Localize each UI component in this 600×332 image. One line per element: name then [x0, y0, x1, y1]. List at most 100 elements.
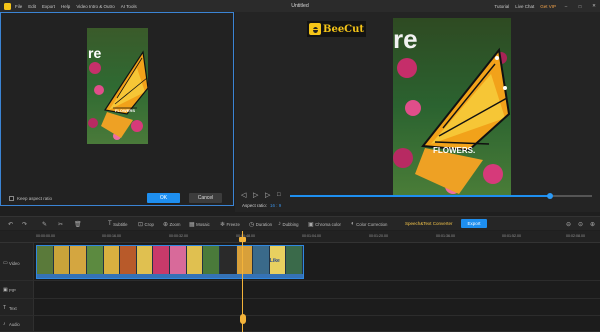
minimize-icon[interactable]: – — [562, 4, 570, 9]
timeline-ruler[interactable]: 00:00:00.00 00:00:16.00 00:00:32.00 00:0… — [0, 231, 600, 243]
menu-help[interactable]: Help — [61, 4, 70, 9]
speech-text-converter[interactable]: Speech&Text Converter — [405, 221, 453, 226]
undo-icon[interactable]: ↶ — [8, 221, 13, 228]
clip-thumbnail — [203, 246, 220, 276]
text-track-header: T Text — [0, 299, 34, 315]
clip-thumbnail — [170, 246, 187, 276]
aspect-ratio-value[interactable]: 16 : 9 — [270, 203, 281, 208]
menu-ai-tools[interactable]: AI Tools — [121, 4, 137, 9]
progress-fill — [290, 195, 550, 197]
menu-video-intro-outro[interactable]: Video Intro & Outro — [76, 4, 114, 9]
stop-icon[interactable]: □ — [277, 192, 281, 198]
palette-icon: ◐ — [351, 221, 355, 227]
clip-thumbnail — [37, 246, 54, 276]
clip-thumbnail — [103, 246, 121, 276]
bee-icon — [309, 23, 321, 35]
clip-thumbnail — [53, 246, 71, 276]
export-button[interactable]: Export — [461, 219, 487, 228]
preview-panel: BeeCut re FLOWERS. — [235, 12, 600, 212]
crop-tool[interactable]: ⊡ Crop — [138, 221, 154, 228]
playhead-knob[interactable] — [239, 314, 246, 324]
watermark-text: BeeCut — [323, 23, 365, 35]
zoom-slider-icon[interactable]: ⊝ — [578, 221, 583, 228]
menu-export[interactable]: Export — [42, 4, 55, 9]
crop-preview-image[interactable]: re FLOWERS — [87, 28, 148, 144]
get-vip-link[interactable]: Get VIP — [540, 4, 556, 9]
clip-thumbnail — [253, 246, 270, 276]
clip-thumbnail — [86, 246, 104, 276]
cancel-button[interactable]: Cancel — [189, 193, 222, 203]
preview-caption: FLOWERS. — [433, 146, 476, 155]
menu-bar: File Edit Export Help Video Intro & Outr… — [15, 4, 137, 9]
menu-file[interactable]: File — [15, 4, 22, 9]
dubbing-tool[interactable]: ♪ Dubbing — [278, 221, 299, 227]
mosaic-icon: ▦ — [189, 222, 195, 228]
video-track-icon: ▭ — [3, 260, 8, 266]
tick-label: 00:01:36.00 — [436, 234, 455, 238]
aspect-ratio-row: Aspect ratio: 16 : 9 — [242, 203, 281, 208]
color-correction-tool[interactable]: ◐ Color Correction — [351, 221, 387, 227]
live-chat-link[interactable]: Live Chat — [515, 4, 534, 9]
clip-thumbnail — [136, 246, 154, 276]
ok-button[interactable]: OK — [147, 193, 180, 203]
text-track-icon: T — [3, 305, 7, 311]
subtitle-icon: T — [108, 221, 112, 227]
play-icon[interactable]: ▷ — [253, 191, 258, 199]
subtitle-tool[interactable]: T Subtitle — [108, 221, 128, 227]
tick-label: 00:01:20.00 — [369, 234, 388, 238]
maximize-icon[interactable]: □ — [576, 4, 584, 9]
text-track[interactable]: T Text — [0, 299, 600, 316]
beecut-watermark: BeeCut — [307, 21, 367, 37]
mosaic-tool[interactable]: ▦ Mosaic — [189, 221, 210, 228]
video-track-label: Video — [9, 261, 20, 266]
scissors-icon[interactable]: ✂ — [58, 221, 63, 228]
crop-caption: FLOWERS — [115, 108, 135, 113]
aspect-ratio-label: Aspect ratio: — [242, 203, 268, 208]
trash-icon[interactable]: 🗑 — [74, 221, 82, 228]
close-icon[interactable]: ✕ — [590, 3, 598, 9]
keep-aspect-row[interactable]: Keep aspect ratio — [9, 196, 52, 201]
video-clip[interactable]: Like — [36, 245, 304, 279]
clip-thumbnail — [120, 246, 137, 276]
clip-thumbnail — [219, 246, 237, 276]
microphone-icon: ♪ — [278, 221, 281, 227]
pip-track-label: PIP — [9, 288, 16, 293]
tick-label: 00:00:00.00 — [36, 234, 55, 238]
playback-bar: ◁ ▷ ▷ □ — [235, 188, 600, 202]
pip-track[interactable]: ▣ PIP — [0, 281, 600, 299]
clip-thumbnail — [236, 246, 254, 276]
clip-thumbnail: Like — [269, 246, 287, 276]
zoom-tool[interactable]: ⊕ Zoom — [163, 221, 181, 228]
menu-edit[interactable]: Edit — [28, 4, 36, 9]
crop-panel: re FLOWERS Keep aspect ratio — [0, 12, 234, 206]
redo-icon[interactable]: ↷ — [22, 221, 27, 228]
pencil-icon[interactable]: ✎ — [42, 221, 47, 228]
tutorial-link[interactable]: Tutorial — [494, 4, 509, 9]
zoom-in-icon[interactable]: ⊕ — [590, 221, 595, 228]
playhead-handle[interactable] — [239, 237, 246, 242]
audio-track[interactable]: ♪ Audio — [0, 316, 600, 332]
tick-label: 00:00:32.00 — [169, 234, 188, 238]
clip-audio-strip — [37, 274, 303, 278]
audio-track-label: Audio — [9, 322, 20, 327]
freeze-tool[interactable]: ❄ Freeze — [220, 221, 240, 228]
freeze-icon: ❄ — [220, 222, 226, 228]
next-frame-icon[interactable]: ▷ — [265, 191, 270, 199]
previous-frame-icon[interactable]: ◁ — [241, 191, 246, 199]
crop-overlay-text: re — [88, 45, 102, 61]
preview-overlay-text: re — [393, 24, 418, 54]
tick-label: 00:01:52.00 — [502, 234, 521, 238]
clip-thumbnail — [186, 246, 204, 276]
preview-image[interactable]: re FLOWERS. — [393, 18, 511, 196]
pip-track-icon: ▣ — [3, 287, 8, 293]
zoom-out-icon[interactable]: ⊖ — [566, 221, 571, 228]
keep-aspect-checkbox[interactable] — [9, 196, 14, 201]
chroma-color-tool[interactable]: ▣ Chroma color — [308, 221, 341, 228]
title-bar: File Edit Export Help Video Intro & Outr… — [0, 0, 600, 12]
edit-toolbar: ↶ ↷ ✎ ✂ 🗑 T Subtitle ⊡ Crop ⊕ Zoom ▦ Mosaic … — [0, 216, 600, 230]
title-right-group: Tutorial Live Chat Get VIP – □ ✕ — [494, 0, 598, 12]
video-track-header: ▭ Video — [0, 243, 34, 280]
progress-handle[interactable] — [546, 192, 553, 199]
keep-aspect-label: Keep aspect ratio — [17, 196, 53, 201]
duration-tool[interactable]: ◷ Duration — [249, 221, 272, 228]
